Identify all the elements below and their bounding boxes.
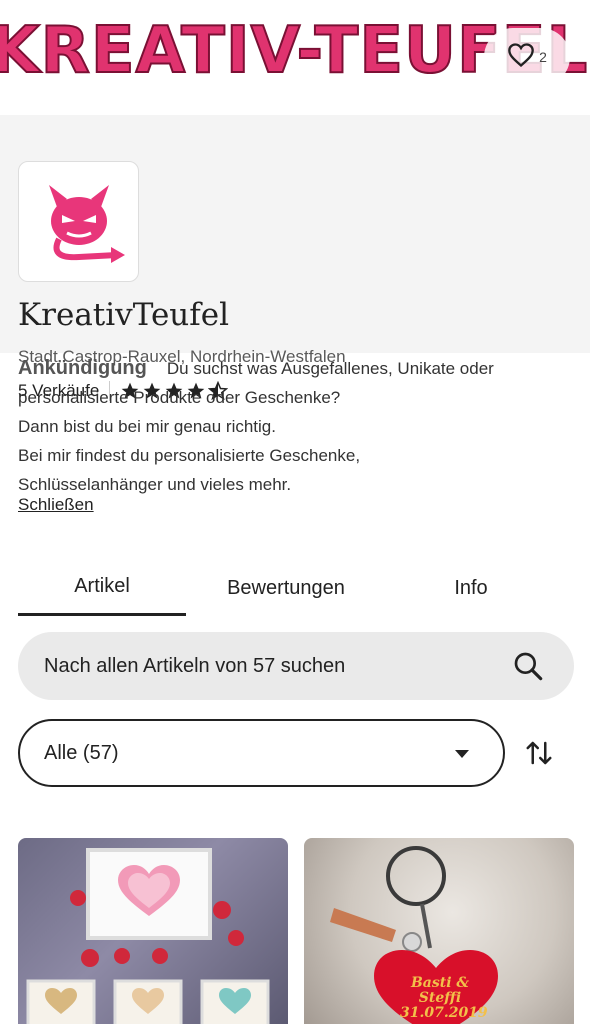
listing-card-heart-keychain[interactable]: Basti & Steffi 31.07.2019 xyxy=(304,838,574,1024)
sort-icon[interactable] xyxy=(524,738,554,773)
engraving-line: Steffi xyxy=(418,990,462,1006)
announcement-line: personalisierte Produkte oder Geschenke? xyxy=(18,388,341,407)
announcement: Ankündigung Du suchst was Ausgefallenes, … xyxy=(18,354,578,499)
shop-tabs: Artikel Bewertungen Info xyxy=(18,560,573,618)
engraving-line: 31.07.2019 xyxy=(400,1005,488,1021)
heart-outline-icon xyxy=(507,42,535,73)
search-input[interactable] xyxy=(44,654,484,678)
favorite-button[interactable]: 2 xyxy=(484,28,570,86)
favorite-count: 2 xyxy=(539,49,547,65)
announcement-line: Dann bist du bei mir genau richtig. xyxy=(18,417,276,436)
shop-header: KreativTeufel Stadt Castrop-Rauxel, Nord… xyxy=(0,115,590,401)
listing-card-framed-heart[interactable] xyxy=(18,838,288,1024)
announcement-line: Schlüsselanhänger und vieles mehr. xyxy=(18,475,292,494)
dropdown-arrow-icon xyxy=(455,750,469,758)
tab-articles[interactable]: Artikel xyxy=(18,560,186,616)
tab-reviews[interactable]: Bewertungen xyxy=(186,560,386,616)
category-filter-select[interactable]: Alle (57) xyxy=(18,719,505,787)
search-bar xyxy=(18,632,574,700)
devil-logo-icon xyxy=(48,184,125,263)
announcement-line: Du suchst was Ausgefallenes, Unikate ode… xyxy=(166,359,494,378)
search-icon[interactable] xyxy=(512,650,544,687)
announcement-line: Bei mir findest du personalisierte Gesch… xyxy=(18,446,361,465)
filter-selected-value: Alle (57) xyxy=(44,741,119,764)
shop-logo[interactable] xyxy=(18,161,139,282)
keychain-engraving: Basti & Steffi 31.07.2019 xyxy=(400,975,488,1021)
shop-name: KreativTeufel xyxy=(18,297,230,333)
shop-banner: KREATIV-TEUFEL 2 xyxy=(0,0,590,115)
framed-heart-image xyxy=(26,848,270,1024)
tab-info[interactable]: Info xyxy=(386,560,556,616)
engraving-line: Basti & xyxy=(410,975,470,991)
announcement-title: Ankündigung xyxy=(18,357,147,379)
announcement-close-link[interactable]: Schließen xyxy=(18,495,94,515)
